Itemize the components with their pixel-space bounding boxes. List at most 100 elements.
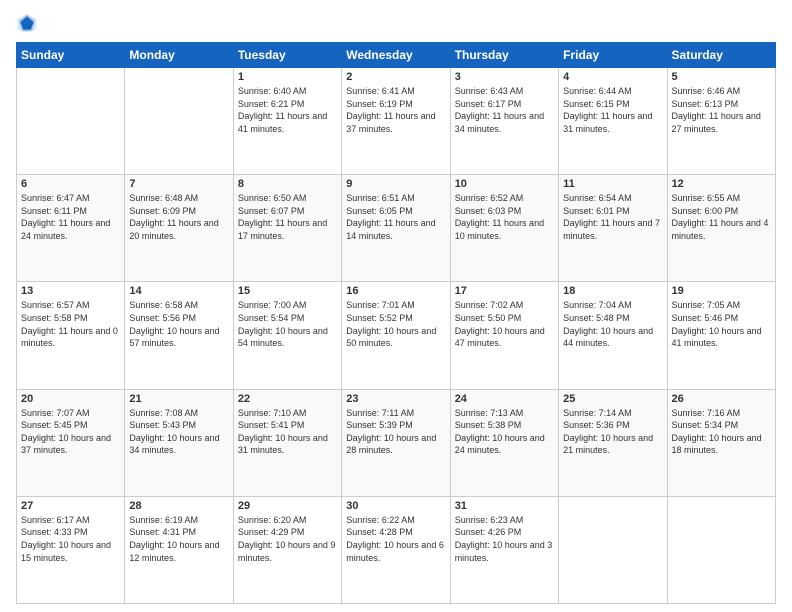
day-number: 21 (129, 393, 228, 405)
day-info: Sunrise: 6:23 AM Sunset: 4:26 PM Dayligh… (455, 514, 554, 564)
weekday-header-saturday: Saturday (667, 43, 775, 68)
calendar-cell (17, 68, 125, 175)
calendar-table: SundayMondayTuesdayWednesdayThursdayFrid… (16, 42, 776, 604)
page: SundayMondayTuesdayWednesdayThursdayFrid… (0, 0, 792, 612)
calendar-cell: 9 Sunrise: 6:51 AM Sunset: 6:05 PM Daylig… (342, 175, 450, 282)
day-info: Sunrise: 6:52 AM Sunset: 6:03 PM Dayligh… (455, 192, 554, 242)
day-number: 27 (21, 500, 120, 512)
day-info: Sunrise: 7:08 AM Sunset: 5:43 PM Dayligh… (129, 407, 228, 457)
calendar-header: SundayMondayTuesdayWednesdayThursdayFrid… (17, 43, 776, 68)
day-number: 15 (238, 285, 337, 297)
week-row-3: 20 Sunrise: 7:07 AM Sunset: 5:45 PM Dayli… (17, 389, 776, 496)
day-info: Sunrise: 6:22 AM Sunset: 4:28 PM Dayligh… (346, 514, 445, 564)
day-info: Sunrise: 7:07 AM Sunset: 5:45 PM Dayligh… (21, 407, 120, 457)
day-number: 4 (563, 71, 662, 83)
day-number: 24 (455, 393, 554, 405)
day-number: 10 (455, 178, 554, 190)
day-number: 11 (563, 178, 662, 190)
calendar-cell: 29 Sunrise: 6:20 AM Sunset: 4:29 PM Dayli… (233, 496, 341, 603)
weekday-header-wednesday: Wednesday (342, 43, 450, 68)
day-info: Sunrise: 7:01 AM Sunset: 5:52 PM Dayligh… (346, 299, 445, 349)
calendar-cell (559, 496, 667, 603)
calendar-cell: 12 Sunrise: 6:55 AM Sunset: 6:00 PM Dayli… (667, 175, 775, 282)
day-number: 2 (346, 71, 445, 83)
weekday-header-tuesday: Tuesday (233, 43, 341, 68)
calendar-cell: 7Sunrise: 6:48 AM Sunset: 6:09 PM Daylig… (125, 175, 233, 282)
calendar-cell: 25 Sunrise: 7:14 AM Sunset: 5:36 PM Dayli… (559, 389, 667, 496)
calendar-cell: 15 Sunrise: 7:00 AM Sunset: 5:54 PM Dayli… (233, 282, 341, 389)
day-number: 25 (563, 393, 662, 405)
day-info: Sunrise: 7:16 AM Sunset: 5:34 PM Dayligh… (672, 407, 771, 457)
calendar-cell: 17 Sunrise: 7:02 AM Sunset: 5:50 PM Dayli… (450, 282, 558, 389)
weekday-header-friday: Friday (559, 43, 667, 68)
day-number: 28 (129, 500, 228, 512)
day-number: 30 (346, 500, 445, 512)
calendar-cell: 26Sunrise: 7:16 AM Sunset: 5:34 PM Dayli… (667, 389, 775, 496)
calendar-cell (667, 496, 775, 603)
weekday-header-row: SundayMondayTuesdayWednesdayThursdayFrid… (17, 43, 776, 68)
calendar-cell: 5Sunrise: 6:46 AM Sunset: 6:13 PM Daylig… (667, 68, 775, 175)
day-number: 19 (672, 285, 771, 297)
day-number: 29 (238, 500, 337, 512)
calendar-cell: 16 Sunrise: 7:01 AM Sunset: 5:52 PM Dayli… (342, 282, 450, 389)
calendar-cell: 6 Sunrise: 6:47 AM Sunset: 6:11 PM Daylig… (17, 175, 125, 282)
calendar-cell: 19 Sunrise: 7:05 AM Sunset: 5:46 PM Dayli… (667, 282, 775, 389)
day-number: 17 (455, 285, 554, 297)
day-info: Sunrise: 7:05 AM Sunset: 5:46 PM Dayligh… (672, 299, 771, 349)
day-info: Sunrise: 6:55 AM Sunset: 6:00 PM Dayligh… (672, 192, 771, 242)
day-number: 18 (563, 285, 662, 297)
weekday-header-monday: Monday (125, 43, 233, 68)
calendar-cell: 14 Sunrise: 6:58 AM Sunset: 5:56 PM Dayli… (125, 282, 233, 389)
day-info: Sunrise: 7:10 AM Sunset: 5:41 PM Dayligh… (238, 407, 337, 457)
day-info: Sunrise: 6:50 AM Sunset: 6:07 PM Dayligh… (238, 192, 337, 242)
day-info: Sunrise: 7:14 AM Sunset: 5:36 PM Dayligh… (563, 407, 662, 457)
logo (16, 12, 42, 34)
day-number: 16 (346, 285, 445, 297)
day-number: 1 (238, 71, 337, 83)
day-number: 6 (21, 178, 120, 190)
day-number: 9 (346, 178, 445, 190)
day-info: Sunrise: 7:11 AM Sunset: 5:39 PM Dayligh… (346, 407, 445, 457)
header (16, 12, 776, 34)
logo-icon (16, 12, 38, 34)
calendar-cell: 11 Sunrise: 6:54 AM Sunset: 6:01 PM Dayli… (559, 175, 667, 282)
day-number: 7 (129, 178, 228, 190)
calendar-cell: 28 Sunrise: 6:19 AM Sunset: 4:31 PM Dayli… (125, 496, 233, 603)
calendar-cell: 13Sunrise: 6:57 AM Sunset: 5:58 PM Dayli… (17, 282, 125, 389)
day-info: Sunrise: 7:02 AM Sunset: 5:50 PM Dayligh… (455, 299, 554, 349)
day-info: Sunrise: 6:58 AM Sunset: 5:56 PM Dayligh… (129, 299, 228, 349)
calendar-cell: 20 Sunrise: 7:07 AM Sunset: 5:45 PM Dayli… (17, 389, 125, 496)
day-info: Sunrise: 7:00 AM Sunset: 5:54 PM Dayligh… (238, 299, 337, 349)
day-info: Sunrise: 6:17 AM Sunset: 4:33 PM Dayligh… (21, 514, 120, 564)
day-number: 12 (672, 178, 771, 190)
weekday-header-sunday: Sunday (17, 43, 125, 68)
day-number: 3 (455, 71, 554, 83)
calendar-cell: 2Sunrise: 6:41 AM Sunset: 6:19 PM Daylig… (342, 68, 450, 175)
day-info: Sunrise: 6:47 AM Sunset: 6:11 PM Dayligh… (21, 192, 120, 242)
calendar-cell: 23Sunrise: 7:11 AM Sunset: 5:39 PM Dayli… (342, 389, 450, 496)
day-info: Sunrise: 6:51 AM Sunset: 6:05 PM Dayligh… (346, 192, 445, 242)
calendar-cell: 4 Sunrise: 6:44 AM Sunset: 6:15 PM Daylig… (559, 68, 667, 175)
week-row-2: 13Sunrise: 6:57 AM Sunset: 5:58 PM Dayli… (17, 282, 776, 389)
calendar-cell: 18Sunrise: 7:04 AM Sunset: 5:48 PM Dayli… (559, 282, 667, 389)
week-row-1: 6 Sunrise: 6:47 AM Sunset: 6:11 PM Daylig… (17, 175, 776, 282)
calendar-cell: 8Sunrise: 6:50 AM Sunset: 6:07 PM Daylig… (233, 175, 341, 282)
day-info: Sunrise: 6:43 AM Sunset: 6:17 PM Dayligh… (455, 85, 554, 135)
calendar-cell: 27 Sunrise: 6:17 AM Sunset: 4:33 PM Dayli… (17, 496, 125, 603)
day-info: Sunrise: 6:44 AM Sunset: 6:15 PM Dayligh… (563, 85, 662, 135)
day-number: 20 (21, 393, 120, 405)
calendar-cell (125, 68, 233, 175)
calendar-cell: 10 Sunrise: 6:52 AM Sunset: 6:03 PM Dayli… (450, 175, 558, 282)
calendar-cell: 24 Sunrise: 7:13 AM Sunset: 5:38 PM Dayli… (450, 389, 558, 496)
day-number: 31 (455, 500, 554, 512)
day-info: Sunrise: 6:20 AM Sunset: 4:29 PM Dayligh… (238, 514, 337, 564)
week-row-4: 27 Sunrise: 6:17 AM Sunset: 4:33 PM Dayli… (17, 496, 776, 603)
day-info: Sunrise: 7:13 AM Sunset: 5:38 PM Dayligh… (455, 407, 554, 457)
day-number: 14 (129, 285, 228, 297)
calendar-cell: 3 Sunrise: 6:43 AM Sunset: 6:17 PM Daylig… (450, 68, 558, 175)
day-info: Sunrise: 6:19 AM Sunset: 4:31 PM Dayligh… (129, 514, 228, 564)
calendar-cell: 22Sunrise: 7:10 AM Sunset: 5:41 PM Dayli… (233, 389, 341, 496)
day-info: Sunrise: 6:54 AM Sunset: 6:01 PM Dayligh… (563, 192, 662, 242)
day-info: Sunrise: 6:40 AM Sunset: 6:21 PM Dayligh… (238, 85, 337, 135)
calendar-body: 1 Sunrise: 6:40 AM Sunset: 6:21 PM Daylig… (17, 68, 776, 604)
